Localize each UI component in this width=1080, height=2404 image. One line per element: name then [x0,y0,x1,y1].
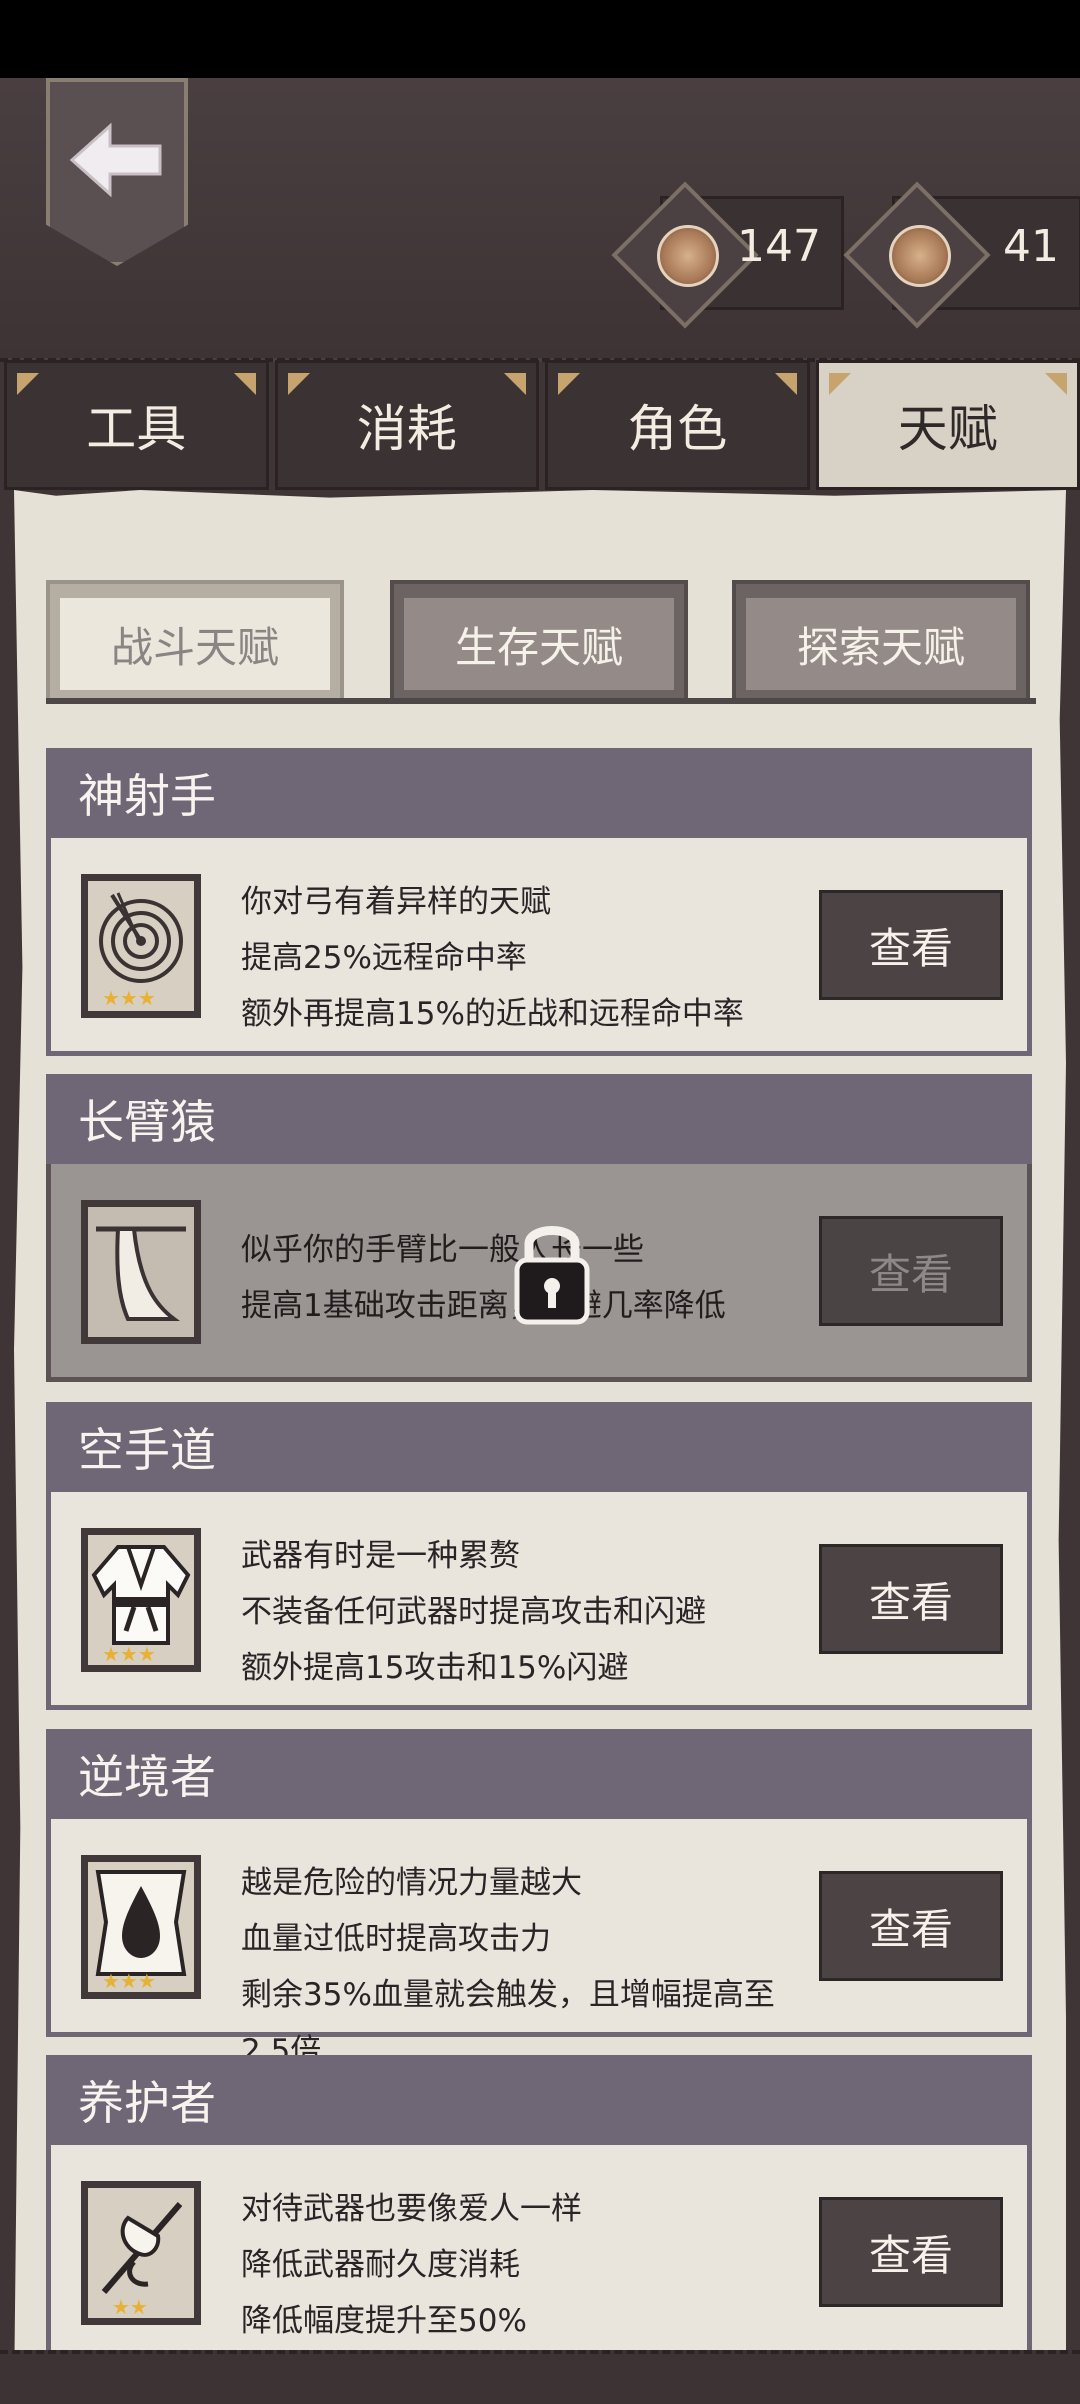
talent-desc-line: 不装备任何武器时提高攻击和闪避 [241,1584,801,1640]
star-rating: ★★★ [102,986,156,1010]
talent-card: 神射手 ★★★ 你对弓有着异样的天赋 提高25%远程命中率 额外再提高15%的近… [46,748,1032,1056]
subtab-label: 战斗天赋 [60,598,330,690]
talent-card: 养护者 ★★ 对待武器也要像爱人一样 降低武器耐久度消耗 降低幅度提升至50% … [46,2055,1032,2363]
talent-desc-line: 降低幅度提升至50% [241,2293,801,2349]
talent-desc-line: 额外再提高15%的近战和远程命中率 [241,986,801,1042]
talent-card: 逆境者 ★★★ 越是危险的情况力量越大 血量过低时提高攻击力 剩余35%血量就会… [46,1729,1032,2037]
tab-corner [234,373,256,395]
talent-body: ★★★ 武器有时是一种累赘 不装备任何武器时提高攻击和闪避 额外提高15攻击和1… [46,1492,1032,1710]
talent-name: 空手道 [46,1402,1032,1492]
talent-subtabs: 战斗天赋 生存天赋 探索天赋 [46,580,1036,706]
tab-consumables[interactable]: 消耗 [275,360,540,490]
feather-coin-icon [889,225,951,287]
subtab-divider [46,698,1036,704]
lock-icon [511,1214,593,1330]
currency-value: 41 [1003,221,1059,272]
talent-name: 逆境者 [46,1729,1032,1819]
subtab-survival-talents[interactable]: 生存天赋 [390,580,688,704]
subtab-label: 生存天赋 [404,598,674,690]
coin-icon [657,225,719,287]
talent-desc-line: 血量过低时提高攻击力 [241,1911,801,1967]
subtab-label: 探索天赋 [746,598,1016,690]
talent-description: 对待武器也要像爱人一样 降低武器耐久度消耗 降低幅度提升至50% [241,2181,801,2349]
star-rating: ★★★ [102,1969,156,1992]
tab-corner [775,373,797,395]
talent-body: ★★★ 你对弓有着异样的天赋 提高25%远程命中率 额外再提高15%的近战和远程… [46,838,1032,1056]
talent-description: 越是危险的情况力量越大 血量过低时提高攻击力 剩余35%血量就会触发，且增幅提高… [241,1855,801,2079]
tab-character[interactable]: 角色 [545,360,810,490]
talent-name: 长臂猿 [46,1074,1032,1164]
star-rating: ★★★ [102,1642,156,1665]
talent-card: 空手道 ★★★ 武器有时是一种累赘 不装备任何武器时提高攻击和闪避 额外提高15… [46,1402,1032,1710]
currency-display-1: 147 [660,196,844,310]
talent-card-locked: 长臂猿 似乎你的手臂比一般人长一些 提高1基础攻击距离，闪避几率降低 查看 [46,1074,1032,1382]
talent-desc-line: 额外提高15攻击和15%闪避 [241,1640,801,1696]
tab-corner [829,373,851,395]
currency-value: 147 [737,221,821,272]
view-button[interactable]: 查看 [819,1871,1003,1981]
view-button[interactable]: 查看 [819,2197,1003,2307]
talent-body: 似乎你的手臂比一般人长一些 提高1基础攻击距离，闪避几率降低 查看 [46,1164,1032,1382]
weapon-care-icon: ★★ [81,2181,201,2325]
tab-label: 工具 [86,389,186,461]
talent-name: 养护者 [46,2055,1032,2145]
talent-description: 武器有时是一种累赘 不装备任何武器时提高攻击和闪避 额外提高15攻击和15%闪避 [241,1528,801,1696]
talent-body: ★★★ 越是危险的情况力量越大 血量过低时提高攻击力 剩余35%血量就会触发，且… [46,1819,1032,2037]
talent-desc-line: 提高25%远程命中率 [241,930,801,986]
view-button[interactable]: 查看 [819,890,1003,1000]
tab-label: 天赋 [898,389,998,461]
tab-corner [1045,373,1067,395]
tab-corner [504,373,526,395]
tab-label: 消耗 [357,389,457,461]
bottom-frame [0,2350,1080,2404]
view-button[interactable]: 查看 [819,1544,1003,1654]
talent-desc-line: 武器有时是一种累赘 [241,1528,801,1584]
currency-display-2: 41 [892,196,1080,310]
tab-corner [288,373,310,395]
star-rating: ★★ [112,2295,148,2318]
tab-talents[interactable]: 天赋 [816,360,1080,490]
long-arm-icon [81,1200,201,1344]
view-button[interactable]: 查看 [819,1216,1003,1326]
talent-desc-line: 对待武器也要像爱人一样 [241,2181,801,2237]
talent-desc-line: 降低武器耐久度消耗 [241,2237,801,2293]
main-tabs: 工具 消耗 角色 天赋 [0,360,1080,486]
back-arrow-icon [68,122,164,198]
talent-desc-line: 你对弓有着异样的天赋 [241,874,801,930]
karate-gi-icon: ★★★ [81,1528,201,1672]
talent-desc-line: 越是危险的情况力量越大 [241,1855,801,1911]
tab-label: 角色 [627,389,727,461]
subtab-combat-talents[interactable]: 战斗天赋 [46,580,344,704]
tab-corner [17,373,39,395]
blood-drop-icon: ★★★ [81,1855,201,1999]
tab-corner [558,373,580,395]
talent-body: ★★ 对待武器也要像爱人一样 降低武器耐久度消耗 降低幅度提升至50% 查看 [46,2145,1032,2363]
talent-name: 神射手 [46,748,1032,838]
talent-description: 你对弓有着异样的天赋 提高25%远程命中率 额外再提高15%的近战和远程命中率 [241,874,801,1042]
status-bar [0,0,1080,78]
tab-tools[interactable]: 工具 [4,360,269,490]
archery-target-icon: ★★★ [81,874,201,1018]
subtab-exploration-talents[interactable]: 探索天赋 [732,580,1030,704]
